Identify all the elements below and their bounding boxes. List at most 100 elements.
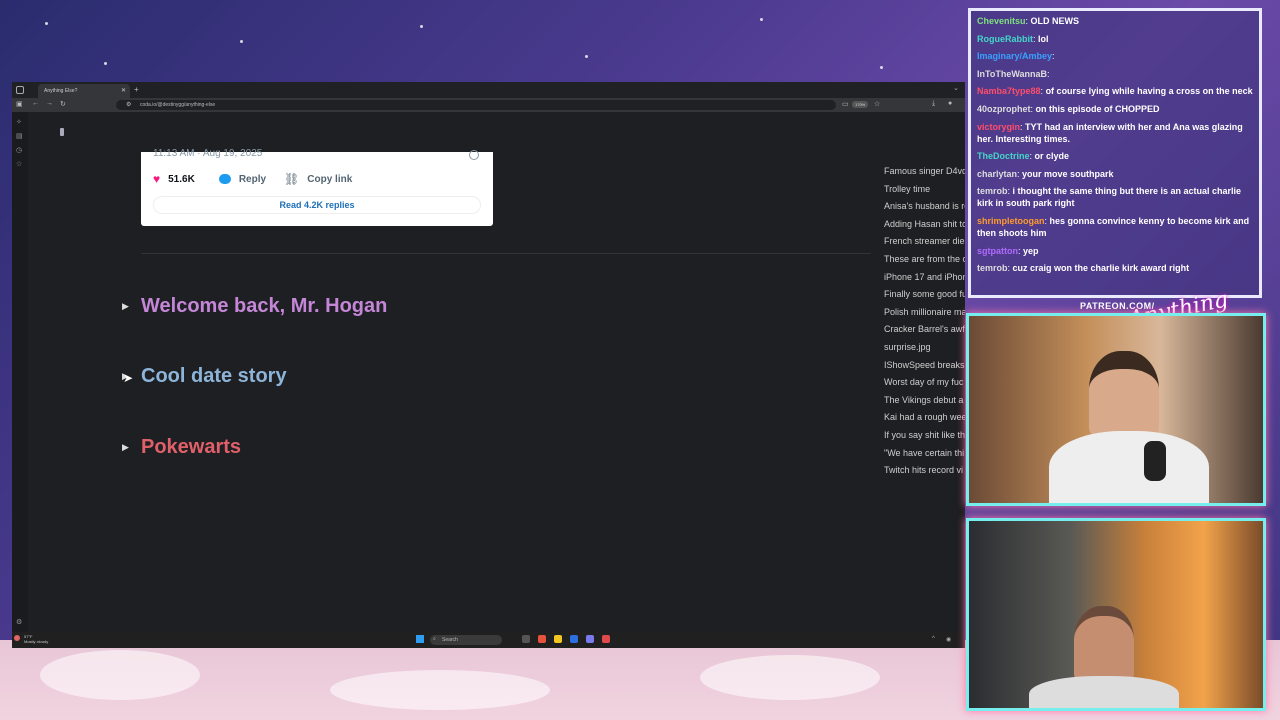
tray-chevron-icon[interactable]: ^ [932,636,935,642]
heart-icon[interactable]: ♥ [153,172,160,186]
search-icon: ⌕ [433,636,436,642]
forward-icon[interactable]: → [46,100,53,107]
bookmark-icon[interactable]: ▤ [16,132,23,140]
chat-message: Imaginary/Ambey: [977,51,1055,62]
toggle-title[interactable]: Cool date story [141,365,287,388]
new-tab-icon[interactable]: + [134,85,139,94]
toggle-cool-date-story[interactable]: ▶ Cool date story [122,365,287,388]
chevron-down-icon[interactable]: ⌄ [953,84,959,92]
tab-title: Anything Else? [44,88,78,94]
chat-message: victorygin: TYT had an interview with he… [977,121,1243,144]
site-info-icon[interactable]: ⚙ [126,101,131,108]
outline-item[interactable]: surprise.jpg [884,342,965,360]
link-icon[interactable]: ⛓ [284,172,299,186]
outline-item[interactable]: French streamer dies [884,236,965,254]
download-icon[interactable]: ⤓ [932,100,935,108]
browser-menu-icon[interactable] [16,86,24,94]
outline-item[interactable]: Adding Hasan shit to [884,219,965,237]
outline-item[interactable]: "We have certain thi [884,448,965,466]
outline-item[interactable]: Famous singer D4vd [884,166,965,184]
reply-icon[interactable] [218,174,231,184]
sparkle-icon[interactable]: ✧ [16,118,22,126]
search-label: Search [442,637,458,643]
toggle-title[interactable]: Welcome back, Mr. Hogan [141,295,387,318]
back-icon[interactable]: ← [32,100,39,107]
sidebar-toggle-icon[interactable]: ▣ [16,100,23,108]
toggle-pokewarts[interactable]: ▶ Pokewarts [122,436,241,459]
chrome-icon[interactable] [538,635,546,643]
chat-text: i thought the same thing but there is an… [977,186,1242,209]
webcam-host [966,313,1266,506]
outline-item[interactable]: If you say shit like th [884,430,965,448]
windows-taskbar: 57°F Mostly cloudy ⌕ Search ^ ◉ [12,632,965,648]
chat-username: Chevenitsu [977,16,1026,26]
outline-item[interactable]: Twitch hits record vi [884,465,965,483]
zoom-badge[interactable]: 170% [852,101,869,108]
windows-start-icon[interactable] [416,635,424,643]
extension-icon[interactable]: ● [948,100,952,107]
chat-message: temrob: cuz craig won the charlie kirk a… [977,263,1190,274]
star-icon[interactable]: ☆ [874,100,880,108]
chat-username: 40ozprophet [977,103,1031,114]
chat-text: OLD NEWS [1030,16,1080,26]
chat-username: Imaginary/Ambey [977,51,1053,62]
outline-item[interactable]: These are from the o [884,254,965,272]
outline-item[interactable]: IShowSpeed breaks [884,360,965,378]
app-icon[interactable] [570,635,578,643]
chat-username: victorygin [977,121,1021,132]
outline-item[interactable]: Kai had a rough wee [884,412,965,430]
outline-item[interactable]: Trolley time [884,184,965,202]
taskbar-search[interactable]: ⌕ Search [430,635,502,645]
outline-item[interactable]: Finally some good fu [884,289,965,307]
outline-item[interactable]: Worst day of my fuc [884,377,965,395]
outline-item[interactable]: Polish millionaire ma [884,307,965,325]
network-icon[interactable]: ◉ [946,636,951,643]
tweet-actions: ♥ 51.6K Reply ⛓ Copy link [153,172,352,186]
chat-message: sgtpatton: yep [977,245,1039,256]
triangle-right-icon[interactable]: ▶ [122,442,136,453]
chat-message: Chevenitsu: OLD NEWS [977,16,1080,26]
obs-icon[interactable] [602,635,610,643]
gear-icon[interactable]: ⚙ [16,618,22,626]
tweet-timestamp[interactable]: 11:13 AM · Aug 19, 2025 [153,148,262,159]
browser-tab[interactable]: Anything Else? ✕ [38,84,130,98]
discord-icon[interactable] [586,635,594,643]
weather-widget[interactable]: 57°F Mostly cloudy [24,634,48,644]
like-count[interactable]: 51.6K [168,174,195,185]
weather-desc: Mostly cloudy [24,639,49,644]
outline-item[interactable]: Anisa's husband is re [884,201,965,219]
chat-text: yep [1023,245,1039,256]
chat-username: InToTheWannaB [977,68,1047,79]
triangle-right-icon[interactable]: ▶ [122,301,136,312]
reload-icon[interactable]: ↻ [60,100,66,108]
toggle-title[interactable]: Pokewarts [141,436,241,459]
favorites-icon[interactable]: ☆ [16,160,22,168]
chat-message: 40ozprophet: on this episode of CHOPPED [977,103,1160,114]
task-view-icon[interactable] [522,635,530,643]
reply-button[interactable]: Reply [239,174,266,185]
info-icon[interactable] [469,150,479,160]
copy-link-button[interactable]: Copy link [307,174,352,185]
chat-text: your move southpark [1022,168,1114,179]
toggle-welcome-back[interactable]: ▶ Welcome back, Mr. Hogan [122,295,387,318]
chat-message: shrimpletoogan: hes gonna convince kenny… [977,215,1250,238]
text-caret [60,128,64,136]
history-icon[interactable]: ◷ [16,146,22,154]
divider [141,253,871,254]
host-body [1049,431,1209,503]
outline-item[interactable]: The Vikings debut a [884,395,965,413]
chat-username: sgtpatton [977,245,1018,256]
chat-message: temrob: i thought the same thing but the… [977,186,1242,209]
browser-side-rail: ✧ ▤ ◷ ☆ ⚙ [12,112,28,632]
chat-text: of course lying while having a cross on … [1045,86,1253,97]
outline-item[interactable]: iPhone 17 and iPhone [884,272,965,290]
outline-item[interactable]: Cracker Barrel's awf [884,324,965,342]
embedded-tweet[interactable]: 11:13 AM · Aug 19, 2025 ♥ 51.6K Reply ⛓ … [141,148,493,226]
weather-icon[interactable] [14,635,20,641]
read-replies-button[interactable]: Read 4.2K replies [153,196,481,214]
screen-icon[interactable]: ▭ [842,100,849,108]
address-bar[interactable]: ⚙ coda.io/@destinygg/anything-else [116,100,836,110]
close-tab-icon[interactable]: ✕ [121,87,126,94]
page-outline-list: Famous singer D4vd Trolley time Anisa's … [884,166,965,483]
file-explorer-icon[interactable] [554,635,562,643]
